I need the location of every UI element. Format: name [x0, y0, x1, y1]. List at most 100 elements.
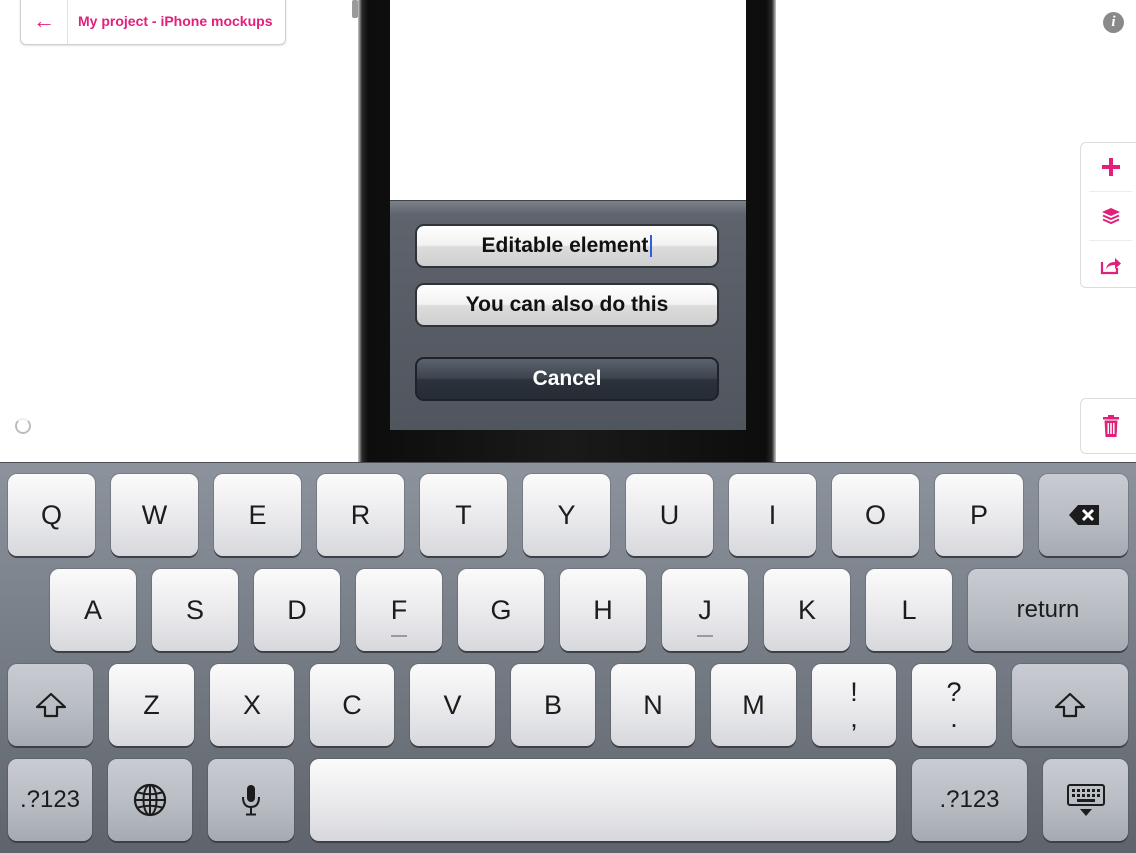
cancel-button[interactable]: Cancel — [415, 357, 719, 401]
key-t[interactable]: T — [420, 474, 507, 556]
numbers-left-key[interactable]: .?123 — [8, 759, 92, 841]
phone-screen[interactable]: Editable element You can also do this Ca… — [390, 0, 746, 430]
key-y[interactable]: Y — [523, 474, 610, 556]
key-m[interactable]: M — [711, 664, 796, 746]
key-label-top: ? — [946, 677, 962, 707]
right-toolbar — [1080, 142, 1136, 288]
globe-key[interactable] — [108, 759, 192, 841]
trash-icon — [1102, 415, 1119, 437]
microphone-icon — [242, 785, 260, 816]
key-w[interactable]: W — [111, 474, 198, 556]
share-icon — [1100, 258, 1121, 275]
key-label: L — [901, 594, 917, 625]
key-label: R — [350, 499, 371, 530]
action-sheet: Editable element You can also do this Ca… — [390, 200, 746, 430]
home-row-mark — [391, 635, 407, 637]
backspace-key[interactable] — [1039, 474, 1128, 556]
key-label-bottom: . — [950, 703, 958, 733]
editable-element-label[interactable]: Editable element — [482, 234, 649, 258]
shift-icon — [35, 692, 66, 718]
key-label: I — [768, 499, 777, 530]
hide-keyboard-key[interactable] — [1043, 759, 1128, 841]
key-a[interactable]: A — [50, 569, 136, 651]
key-label: C — [342, 689, 362, 720]
add-button[interactable] — [1089, 143, 1132, 192]
key-b[interactable]: B — [511, 664, 595, 746]
key-label: F — [390, 594, 408, 625]
key-label: N — [643, 689, 663, 720]
key-exclamation-comma[interactable]: !, — [812, 664, 896, 746]
key-label: B — [543, 689, 562, 720]
back-arrow-icon: ← — [21, 0, 68, 44]
key-j[interactable]: J — [662, 569, 748, 651]
key-p[interactable]: P — [935, 474, 1023, 556]
key-label: M — [742, 689, 765, 720]
key-label: T — [455, 499, 472, 530]
numbers-label: .?123 — [939, 786, 1000, 813]
globe-icon — [133, 783, 167, 817]
key-i[interactable]: I — [729, 474, 816, 556]
key-question-period[interactable]: ?. — [912, 664, 996, 746]
on-screen-keyboard: Q W E R T Y U I O P A S D F G H J K L re… — [0, 462, 1136, 853]
key-label: K — [797, 594, 816, 625]
space-bar[interactable] — [310, 759, 896, 841]
numbers-label: .?123 — [19, 786, 81, 813]
key-label-top: ! — [850, 677, 858, 707]
plus-icon — [1101, 158, 1120, 176]
also-do-this-label: You can also do this — [465, 293, 669, 316]
back-button[interactable]: ← My project - iPhone mockups — [20, 0, 286, 45]
key-label: A — [83, 594, 102, 625]
info-icon[interactable]: i — [1103, 12, 1124, 33]
key-c[interactable]: C — [310, 664, 394, 746]
loading-spinner-icon — [15, 418, 31, 434]
key-label: U — [659, 499, 680, 530]
key-label-bottom: , — [850, 703, 858, 733]
key-q[interactable]: Q — [8, 474, 95, 556]
return-key[interactable]: return — [968, 569, 1128, 651]
editable-element-button[interactable]: Editable element — [415, 224, 719, 268]
layers-button[interactable] — [1089, 192, 1132, 241]
key-h[interactable]: H — [560, 569, 646, 651]
key-l[interactable]: L — [866, 569, 952, 651]
home-row-mark — [697, 635, 713, 637]
key-label: Q — [40, 499, 62, 530]
key-label: H — [593, 594, 613, 625]
key-e[interactable]: E — [214, 474, 301, 556]
delete-button[interactable] — [1080, 398, 1136, 454]
return-label: return — [1016, 596, 1080, 623]
key-label: J — [698, 594, 712, 625]
key-x[interactable]: X — [210, 664, 294, 746]
key-g[interactable]: G — [458, 569, 544, 651]
key-r[interactable]: R — [317, 474, 404, 556]
key-label: S — [185, 594, 204, 625]
key-s[interactable]: S — [152, 569, 238, 651]
key-u[interactable]: U — [626, 474, 713, 556]
shift-right-key[interactable] — [1012, 664, 1128, 746]
share-button[interactable] — [1089, 241, 1132, 289]
text-caret — [650, 235, 653, 257]
key-v[interactable]: V — [410, 664, 495, 746]
key-label: W — [141, 499, 168, 530]
key-d[interactable]: D — [254, 569, 340, 651]
project-title: My project - iPhone mockups — [78, 12, 273, 29]
key-label: V — [443, 689, 462, 720]
key-label: Z — [143, 689, 160, 720]
key-z[interactable]: Z — [109, 664, 194, 746]
key-k[interactable]: K — [764, 569, 850, 651]
key-label: P — [969, 499, 988, 530]
key-o[interactable]: O — [832, 474, 919, 556]
numbers-right-key[interactable]: .?123 — [912, 759, 1027, 841]
keyboard-dismiss-icon — [1066, 784, 1105, 816]
key-f[interactable]: F — [356, 569, 442, 651]
key-label: D — [287, 594, 307, 625]
shift-left-key[interactable] — [8, 664, 93, 746]
layers-icon — [1101, 208, 1120, 225]
microphone-key[interactable] — [208, 759, 294, 841]
cancel-label: Cancel — [532, 367, 602, 390]
also-do-this-button[interactable]: You can also do this — [415, 283, 719, 327]
key-label: G — [490, 594, 512, 625]
key-n[interactable]: N — [611, 664, 695, 746]
shift-icon — [1054, 692, 1086, 718]
backspace-icon — [1068, 505, 1099, 525]
key-label: E — [248, 499, 267, 530]
